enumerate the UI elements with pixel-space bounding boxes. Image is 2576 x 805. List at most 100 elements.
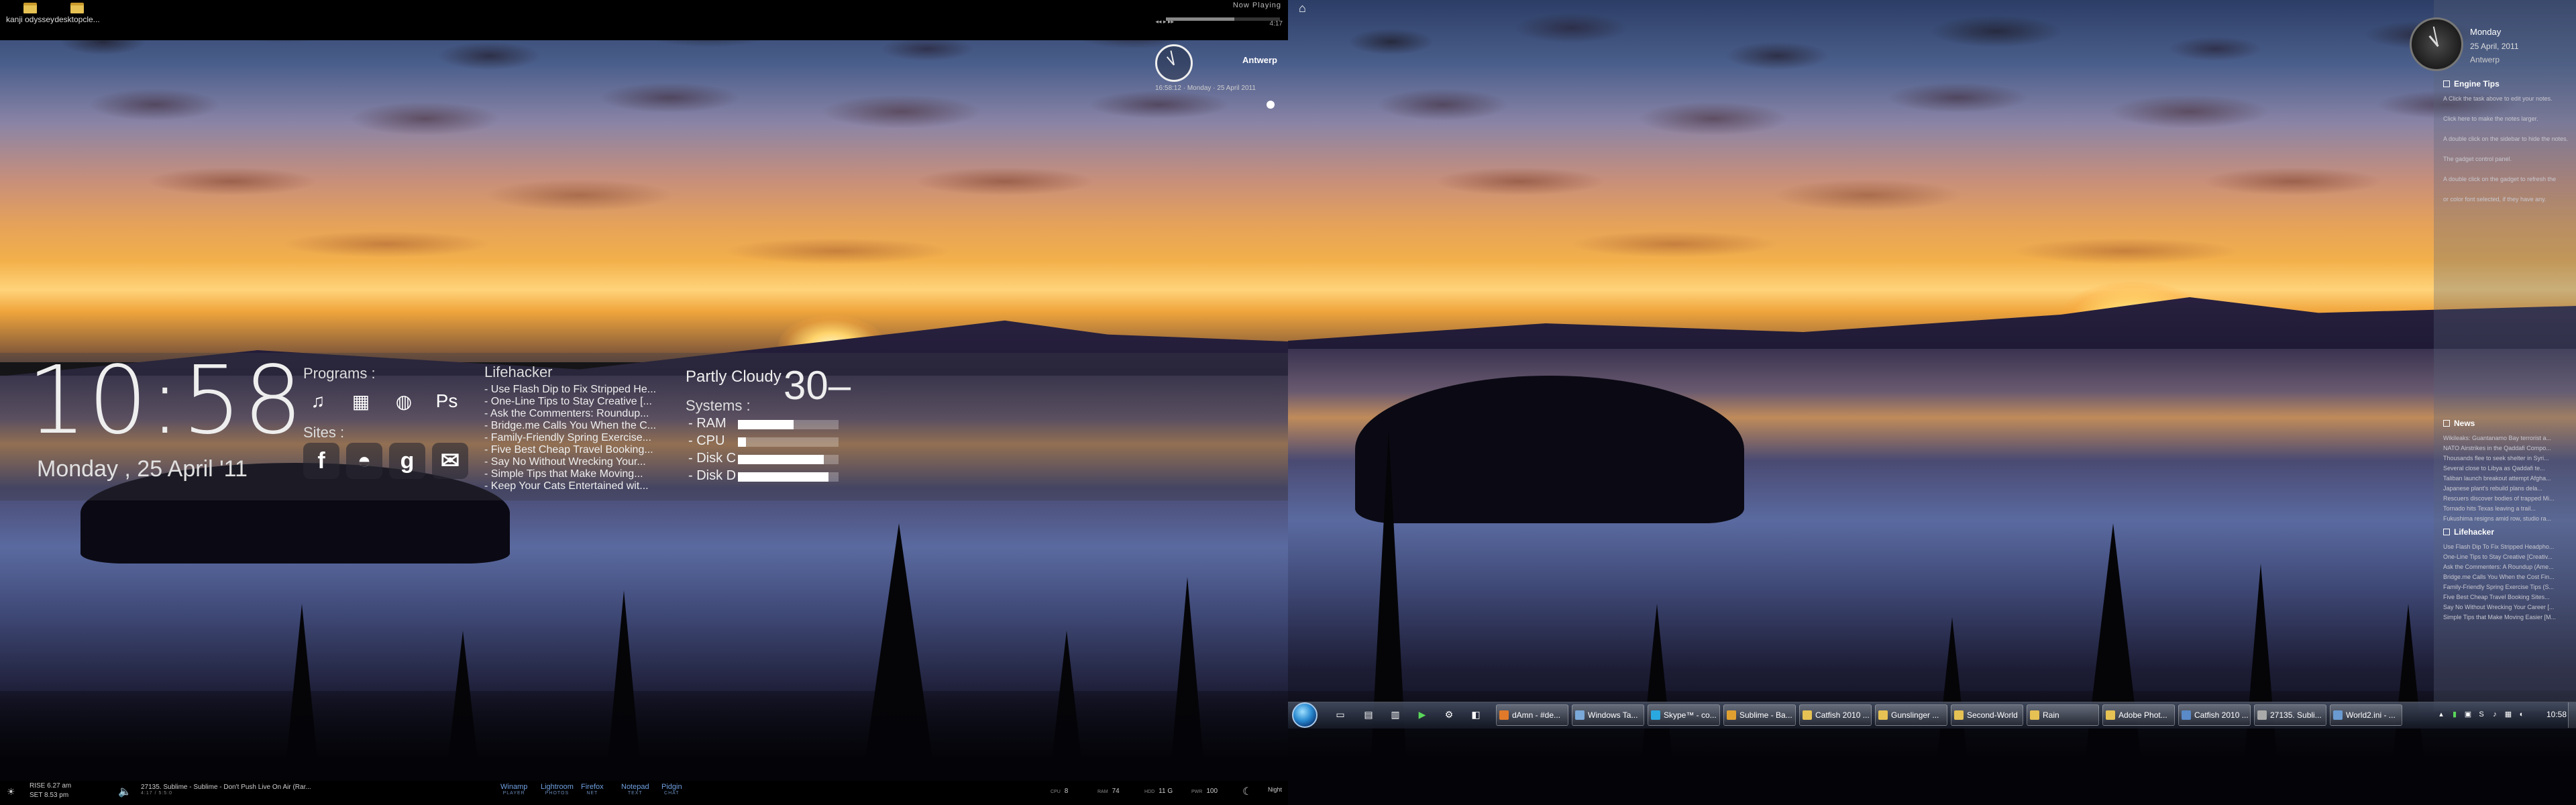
right-monitor [1288, 0, 2576, 805]
app-icon [1878, 710, 1888, 720]
taskbar-button[interactable]: Skype™ - co... [1648, 704, 1720, 726]
taskbar-button[interactable]: Rain [2027, 704, 2099, 726]
sidebar-text-line[interactable]: Wikileaks: Guantanamo Bay terrorist a... [2443, 433, 2571, 443]
lifehacker-item[interactable]: - Family-Friendly Spring Exercise... [484, 432, 667, 444]
lifehacker-title[interactable]: Lifehacker [484, 364, 553, 381]
track-info[interactable]: 27135. Sublime - Sublime - Don't Push Li… [141, 784, 311, 796]
sidebar-text-line[interactable]: Family-Friendly Spring Exercise Tips (S.… [2443, 582, 2571, 592]
launcher-pidgin[interactable]: Pidgin CHAT [661, 783, 682, 796]
lifehacker-item[interactable]: - Keep Your Cats Entertained wit... [484, 480, 667, 492]
launcher-winamp[interactable]: Winamp PLAYER [500, 783, 527, 796]
wallpaper-clouds [0, 0, 1288, 349]
engine-tips-title[interactable]: Engine Tips [2443, 79, 2500, 89]
sidebar-text-line[interactable]: A double click on the gadget to refresh … [2443, 174, 2571, 184]
taskbar-button-label: Gunslinger ... [1891, 710, 1939, 720]
lifehacker-item[interactable]: - Bridge.me Calls You When the C... [484, 420, 667, 432]
sidebar-text-line[interactable]: A Click the task above to edit your note… [2443, 94, 2571, 104]
sidebar-text-line[interactable]: Several close to Libya as Qaddafi te... [2443, 464, 2571, 474]
play-icon[interactable]: ▶ [1415, 708, 1429, 720]
left-monitor: kanji odyssey desktopcle... Now Playing … [0, 0, 1288, 805]
launcher-notepad[interactable]: Notepad TEXT [621, 783, 649, 796]
speaker-icon[interactable]: 🔈 [118, 785, 131, 798]
sidebar-text-line[interactable]: Fukushima resigns amid row, studio ra... [2443, 514, 2571, 524]
launcher-firefox[interactable]: Firefox NET [581, 783, 604, 796]
desktop-icon[interactable]: desktopcle... [47, 3, 107, 24]
sidebar-text-line[interactable]: Use Flash Dip To Fix Stripped Headpho... [2443, 542, 2571, 552]
sidebar-text-line[interactable]: A double click on the sidebar to hide th… [2443, 134, 2571, 144]
system-usage-bar [738, 455, 839, 464]
settings-icon[interactable]: ⚙ [1442, 708, 1456, 720]
taskbar-button[interactable]: dAmn - #de... [1496, 704, 1568, 726]
google-icon[interactable]: g [389, 443, 425, 479]
sidebar-text-line[interactable]: Thousands flee to seek shelter in Syri..… [2443, 453, 2571, 464]
sidebar-lifehacker-title[interactable]: Lifehacker [2443, 527, 2494, 537]
photos-icon[interactable]: ▦ [346, 386, 376, 416]
sidebar-text-line[interactable]: One-Line Tips to Stay Creative [Creativ.… [2443, 552, 2571, 562]
sidebar-text-line[interactable]: Rescuers discover bodies of trapped Mi..… [2443, 494, 2571, 504]
stat-label: CPU [1051, 790, 1061, 794]
start-button[interactable] [1292, 702, 1318, 728]
home-icon[interactable]: ⌂ [1299, 2, 1311, 14]
sunset-time: SET 8.53 pm [30, 792, 69, 799]
sidebar-text-line[interactable]: NATO Airstrikes in the Qaddafi Compo... [2443, 443, 2571, 453]
taskbar-button[interactable]: Windows Ta... [1572, 704, 1644, 726]
taskbar-button[interactable]: Second-World [1951, 704, 2023, 726]
lifehacker-item[interactable]: - Ask the Commenters: Roundup... [484, 408, 667, 420]
photoshop-icon[interactable]: Ps [432, 386, 462, 416]
music-icon[interactable]: ♫ [303, 386, 333, 416]
taskbar-button[interactable]: 27135. Subli... [2254, 704, 2326, 726]
show-desktop-button[interactable] [2568, 702, 2576, 728]
taskbar-button[interactable]: Catfish 2010 ... [1799, 704, 1872, 726]
window-switch-icon[interactable]: ▤ [1362, 708, 1375, 720]
taskbar-button[interactable]: World2.ini - ... [2330, 704, 2402, 726]
lifehacker-item[interactable]: - Simple Tips that Make Moving... [484, 468, 667, 480]
launcher-sub: CHAT [664, 791, 680, 796]
sidebar-text-line[interactable]: or color font selected, if they have any… [2443, 195, 2571, 205]
taskbar-clock[interactable]: 10:58 [2546, 710, 2567, 719]
globe-icon[interactable]: ◍ [389, 386, 419, 416]
app-icon[interactable]: ◧ [1469, 708, 1483, 720]
facebook-icon[interactable]: f [303, 443, 339, 479]
stat-value: 74 [1112, 788, 1120, 795]
show-desktop-icon[interactable]: ▭ [1334, 708, 1347, 720]
sidebar-date: 25 April, 2011 [2470, 42, 2519, 51]
now-playing-progress[interactable] [1166, 17, 1280, 21]
tray-app-icon[interactable]: ◐ [2517, 710, 2526, 719]
launcher-label: Lightroom [541, 783, 574, 791]
tray-battery-icon[interactable]: ▮ [2450, 710, 2459, 719]
taskbar-button[interactable]: Gunslinger ... [1875, 704, 1947, 726]
lifehacker-item[interactable]: - One-Line Tips to Stay Creative [... [484, 396, 667, 408]
system-row-label: - Disk C [688, 451, 737, 466]
sidebar-text-line[interactable]: Japanese plant's rebuild plans dela... [2443, 484, 2571, 494]
taskbar-button[interactable]: Adobe Phot... [2102, 704, 2175, 726]
sidebar-text-line[interactable]: Five Best Cheap Travel Booking Sites... [2443, 592, 2571, 602]
sidebar-text-line[interactable]: Click here to make the notes larger. [2443, 114, 2571, 124]
sidebar-text-line[interactable]: Say No Without Wrecking Your Career [... [2443, 602, 2571, 612]
stat-label: RAM [1097, 790, 1108, 794]
lifehacker-item[interactable]: - Five Best Cheap Travel Booking... [484, 444, 667, 456]
tray-skype-icon[interactable]: S [2477, 710, 2486, 719]
tray-display-icon[interactable]: ▦ [2504, 710, 2513, 719]
notepad-icon[interactable]: ▥ [1389, 708, 1402, 720]
taskbar-button[interactable]: Catfish 2010 ... [2178, 704, 2251, 726]
sidebar-text-line[interactable]: Tornado hits Texas leaving a trail... [2443, 504, 2571, 514]
tray-expand-icon[interactable]: ▴ [2436, 710, 2446, 719]
clock-details: 16:58:12 · Monday · 25 April 2011 [1155, 85, 1256, 92]
lifehacker-item[interactable]: - Use Flash Dip to Fix Stripped He... [484, 384, 667, 396]
system-usage-bar [738, 437, 839, 447]
launcher-lightroom[interactable]: Lightroom PHOTOS [541, 783, 574, 796]
stat-value: 100 [1206, 788, 1218, 795]
lifehacker-icon[interactable]: ◓ [346, 443, 382, 479]
sidebar-text-line[interactable]: Bridge.me Calls You When the Cost Fin... [2443, 572, 2571, 582]
sidebar-text-line[interactable]: Simple Tips that Make Moving Easier [M..… [2443, 612, 2571, 623]
sidebar-text-line[interactable]: Taliban launch breakout attempt Afgha... [2443, 474, 2571, 484]
lifehacker-item[interactable]: - Say No Without Wrecking Your... [484, 456, 667, 468]
sidebar-text-line[interactable]: Ask the Commenters: A Roundup (Ame... [2443, 562, 2571, 572]
tray-volume-icon[interactable]: ♪ [2490, 710, 2500, 719]
sidebar-clock-icon [2410, 17, 2463, 71]
mail-icon[interactable]: ✉ [432, 443, 468, 479]
sidebar-text-line[interactable]: The gadget control panel. [2443, 154, 2571, 164]
news-title[interactable]: News [2443, 419, 2475, 428]
taskbar-button[interactable]: Sublime - Ba... [1723, 704, 1796, 726]
tray-network-icon[interactable]: ▣ [2463, 710, 2473, 719]
